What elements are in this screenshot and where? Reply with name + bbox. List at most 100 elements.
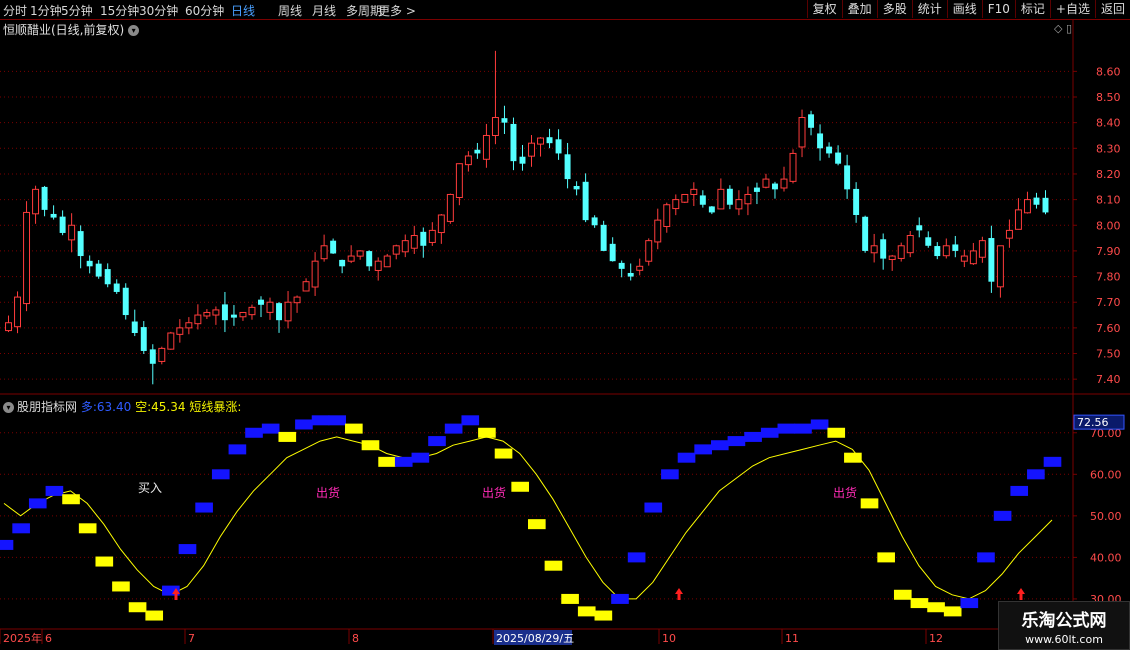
- duo-step: [494, 448, 513, 459]
- duo-step: [561, 593, 579, 604]
- candle-body: [23, 211, 31, 305]
- candle-body: [455, 163, 463, 198]
- duo-step: [195, 502, 213, 513]
- candle-body: [753, 187, 760, 192]
- indicator-tick-label: 60.00: [1090, 468, 1122, 481]
- duo-step: [644, 502, 663, 513]
- duo-step: [328, 415, 347, 426]
- candle-body: [302, 281, 310, 292]
- duo-step: [528, 519, 546, 530]
- duo-step: [710, 440, 729, 451]
- candle-body: [383, 255, 391, 268]
- chart-canvas[interactable]: 7.40 7.50 7.60 7.70 7.80 7.90 8.00 8.10 8.20 8.30…: [0, 0, 1130, 650]
- indicator-tick-label: 50.00: [1090, 510, 1122, 523]
- duo-step: [1027, 469, 1045, 480]
- candle-body: [339, 259, 346, 267]
- candle-body: [158, 347, 166, 362]
- candle-body: [690, 188, 698, 195]
- indicator-tick-label: 40.00: [1090, 551, 1122, 564]
- duo-step: [128, 602, 147, 613]
- candle-body: [771, 183, 778, 190]
- duo-step: [827, 427, 846, 438]
- candle-body: [969, 250, 977, 265]
- watermark-url: www.60lt.com: [1025, 633, 1103, 646]
- duo-step: [112, 581, 130, 592]
- duo-step: [893, 589, 912, 600]
- candle-body: [95, 263, 102, 277]
- duo-step: [228, 444, 247, 455]
- candle-body: [474, 149, 481, 154]
- candle-body: [131, 321, 138, 333]
- candle-body: [726, 188, 733, 205]
- indicator-name[interactable]: 股朋指标网: [17, 400, 77, 414]
- candle-body: [248, 306, 256, 316]
- candle-body: [203, 311, 211, 317]
- time-axis-label: 12: [929, 632, 943, 645]
- candle-body: [627, 272, 634, 277]
- duo-step: [45, 485, 64, 496]
- candle-body: [428, 229, 436, 243]
- candle-body: [221, 304, 228, 321]
- duo-step: [278, 431, 297, 442]
- duo-step: [411, 452, 430, 463]
- duo-step: [810, 419, 829, 430]
- candle-body: [978, 240, 986, 258]
- candle-body: [528, 142, 535, 157]
- candle-body: [167, 332, 175, 350]
- time-axis-label: 7: [188, 632, 195, 645]
- annotation-sell2: 出货: [482, 485, 506, 500]
- current-value-label: 72.56: [1077, 416, 1109, 429]
- candle-body: [113, 283, 120, 292]
- duo-step: [145, 610, 164, 621]
- duo-step: [627, 552, 646, 563]
- candle-body: [988, 238, 995, 282]
- candle-body: [600, 224, 607, 251]
- candle-body: [140, 327, 147, 351]
- duo-step: [28, 498, 47, 509]
- candle-body: [437, 214, 445, 234]
- candle-body: [880, 239, 887, 259]
- price-tick-label: 7.80: [1096, 271, 1121, 284]
- candle-body: [77, 231, 84, 257]
- signal-label: 短线暴涨:: [189, 400, 242, 414]
- time-axis-label: 11: [785, 632, 799, 645]
- duo-step: [777, 423, 796, 434]
- candle-body: [311, 260, 319, 288]
- candle-body: [960, 255, 968, 262]
- candle-body: [293, 296, 301, 304]
- duo-step: [594, 610, 613, 621]
- duo-step: [245, 427, 263, 438]
- price-tick-label: 8.40: [1096, 117, 1121, 130]
- candle-body: [491, 117, 499, 136]
- candle-body: [663, 204, 671, 228]
- annotation-sell3: 出货: [833, 485, 857, 500]
- candle-body: [817, 133, 824, 149]
- candle-body: [510, 123, 517, 162]
- duo-step: [794, 423, 812, 434]
- duo-step: [394, 456, 413, 467]
- duo-step: [378, 456, 396, 467]
- duo-step: [295, 419, 313, 430]
- buy-arrow-icon: [675, 588, 683, 600]
- candle-body: [122, 287, 129, 316]
- time-axis-label: 6: [45, 632, 52, 645]
- duo-step: [1043, 456, 1062, 467]
- candle-body: [356, 250, 364, 257]
- chevron-down-icon[interactable]: ▾: [3, 402, 14, 413]
- annotation-buy: 买入: [138, 481, 162, 495]
- duo-step: [261, 423, 280, 434]
- price-tick-label: 8.60: [1096, 65, 1121, 78]
- candle-body: [410, 235, 418, 249]
- candle-body: [176, 327, 184, 335]
- candle-body: [609, 243, 616, 262]
- duo-step: [993, 510, 1012, 521]
- watermark-logo: 乐淘公式网 www.60lt.com: [998, 601, 1130, 650]
- duo-step: [727, 436, 746, 447]
- price-tick-label: 7.90: [1096, 245, 1121, 258]
- candle-body: [699, 195, 706, 205]
- candle-body: [59, 216, 66, 233]
- duo-step: [577, 606, 596, 617]
- candle-body: [906, 235, 914, 254]
- duo-step: [428, 436, 446, 447]
- candle-body: [672, 199, 680, 210]
